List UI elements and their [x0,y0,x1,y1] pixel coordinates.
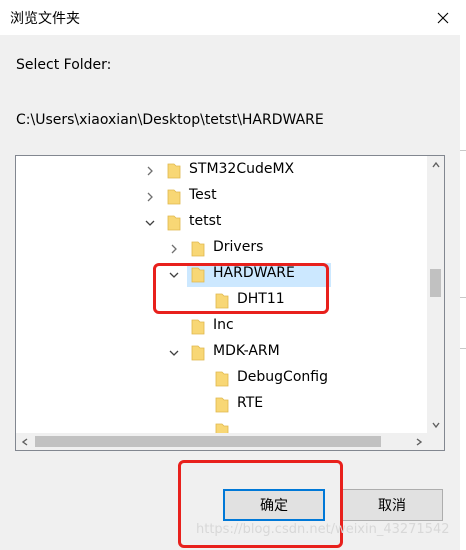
tree-node-stm32cudemx[interactable]: STM32CudeMX [16,158,426,184]
tree-node-label: MDK-ARM [213,343,280,359]
chevron-right-icon[interactable] [143,190,157,204]
folder-icon [215,423,229,433]
chevron-down-icon[interactable] [167,268,181,282]
tree-node-tetst[interactable]: tetst [16,210,426,236]
folder-icon [191,267,205,283]
folder-icon [191,319,205,335]
chevron-right-icon[interactable] [167,242,181,256]
folder-icon [191,241,205,257]
tree-node-label: Drivers [213,239,264,255]
tree-node-label: Inc [213,317,234,333]
chevron-down-icon[interactable] [143,216,157,230]
chevron-right-icon [416,437,422,446]
chevron-down-icon [431,422,440,428]
tree-node-label: DHT11 [237,291,285,307]
chevron-up-icon [431,161,440,167]
folder-icon [215,397,229,413]
tree-node-inc[interactable]: Inc [16,314,426,340]
tree-node-label: HARDWARE [213,265,295,281]
tree-node-debugconfig[interactable]: DebugConfig [16,366,426,392]
tree-node-label: RTE [237,395,264,411]
title-bar: 浏览文件夹 [0,0,466,35]
horizontal-scroll-thumb[interactable] [35,436,381,447]
folder-tree[interactable]: STM32CudeMX Test tetst Drivers HARDWARE … [15,155,445,451]
current-path: C:\Users\xiaoxian\Desktop\tetst\HARDWARE [16,112,324,128]
scrollbar-corner [427,433,444,450]
chevron-left-icon [21,437,27,446]
tree-node-label: tetst [189,213,222,229]
folder-icon [215,293,229,309]
ok-button[interactable]: 确定 [223,489,325,521]
close-icon [437,12,449,23]
folder-icon [215,371,229,387]
scroll-down-button[interactable] [427,416,444,433]
cancel-button[interactable]: 取消 [341,489,443,521]
scroll-left-button[interactable] [16,433,33,450]
select-folder-label: Select Folder: [16,57,112,73]
folder-icon [191,345,205,361]
scroll-up-button[interactable] [427,156,444,173]
tree-node-rte[interactable]: RTE [16,392,426,418]
tree-node-label: DebugConfig [237,369,328,385]
folder-icon [167,189,181,205]
horizontal-scrollbar[interactable] [16,433,427,450]
tree-node-mdk-arm[interactable]: MDK-ARM [16,340,426,366]
tree-node-drivers[interactable]: Drivers [16,236,426,262]
chevron-down-icon[interactable] [167,346,181,360]
scroll-right-button[interactable] [410,433,427,450]
vertical-scrollbar[interactable] [427,156,444,433]
tree-node-test[interactable]: Test [16,184,426,210]
tree-node-label: STM32CudeMX [189,161,295,177]
window-title: 浏览文件夹 [10,11,80,27]
window-edge [460,35,466,550]
tree-node-label: Test [189,187,217,203]
vertical-scroll-thumb[interactable] [430,269,441,297]
tree-node-dht11[interactable]: DHT11 [16,288,426,314]
folder-icon [167,163,181,179]
chevron-right-icon[interactable] [143,164,157,178]
close-button[interactable] [420,0,466,35]
tree-node-partial[interactable] [16,418,426,433]
folder-icon [167,215,181,231]
tree-node-hardware[interactable]: HARDWARE [16,262,426,288]
